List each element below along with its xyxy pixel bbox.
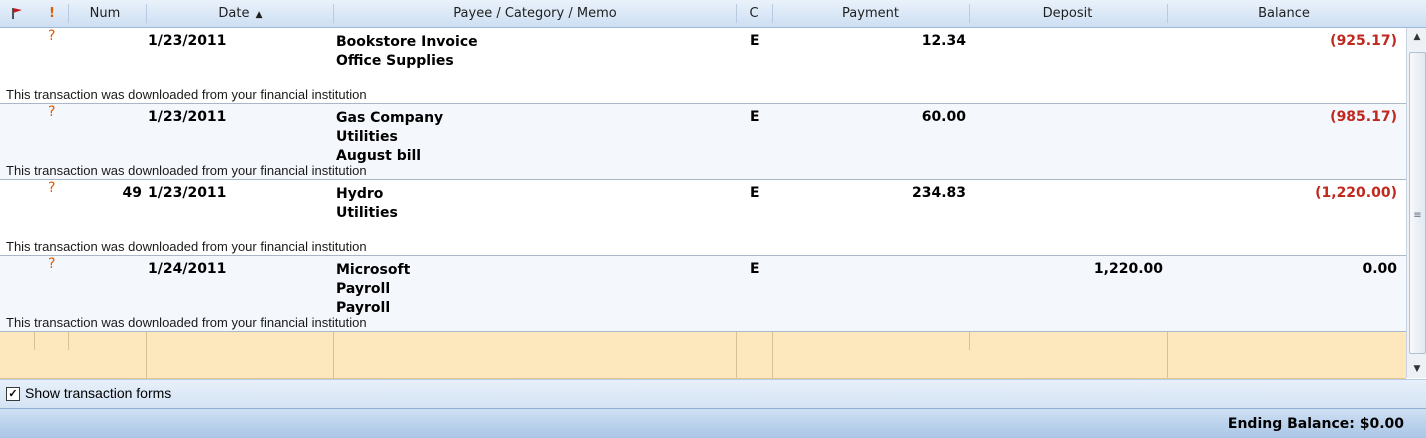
entry-cell-divider [772,332,773,378]
payment-cell: 60.00 [921,109,966,125]
transaction-row[interactable]: ? 1/23/2011 Bookstore Invoice Office Sup… [0,28,1406,104]
category-name: Payroll [336,281,391,297]
entry-cell-divider [736,332,737,378]
payee-name: Microsoft [336,262,411,278]
payment-cell: 234.83 [911,185,966,201]
vertical-scrollbar[interactable]: ▲ ≡ ▼ [1406,28,1426,378]
transaction-row[interactable]: ? 49 1/23/2011 Hydro Utilities E 234.83 … [0,180,1406,256]
entry-cell-divider [146,332,147,378]
entry-cell-divider [68,332,69,350]
register-header: ! Num Date ▲ Payee / Category / Memo C P… [0,0,1426,28]
new-transaction-entry-row[interactable] [0,332,1406,379]
category-name: Utilities [336,205,398,221]
date-cell: 1/23/2011 [148,109,227,125]
cleared-cell[interactable]: E [750,109,760,125]
transaction-row[interactable]: ? 1/23/2011 Gas Company Utilities August… [0,104,1406,180]
num-cell: 49 [122,185,142,201]
column-divider[interactable] [68,4,69,23]
deposit-column-header[interactable]: Deposit [970,0,1165,27]
date-cell: 1/23/2011 [148,33,227,49]
entry-cell-divider [1167,332,1168,378]
payee-name: Hydro [336,186,384,202]
action-column-header[interactable]: ! [42,0,62,27]
download-note: This transaction was downloaded from you… [6,315,367,330]
deposit-cell: 1,220.00 [1093,261,1163,277]
num-column-header[interactable]: Num [70,0,140,27]
cleared-cell[interactable]: E [750,33,760,49]
status-icon[interactable]: ? [48,28,55,44]
column-divider[interactable] [146,4,147,23]
entry-cell-divider [34,332,35,350]
cleared-cell[interactable]: E [750,185,760,201]
status-icon[interactable]: ? [48,256,55,272]
entry-cell-divider [333,332,334,378]
transaction-list: ? 1/23/2011 Bookstore Invoice Office Sup… [0,28,1406,378]
category-name: Office Supplies [336,53,454,69]
payee-name: Gas Company [336,110,444,126]
balance-cell: (925.17) [1330,33,1397,49]
balance-cell: (1,220.00) [1315,185,1397,201]
options-bar: ✓ Show transaction forms [0,379,1426,408]
payee-cell: Gas Company Utilities August bill [336,109,443,166]
payee-cell: Hydro Utilities [336,185,398,223]
transaction-row[interactable]: ? 1/24/2011 Microsoft Payroll Payroll E … [0,256,1406,332]
payee-cell: Bookstore Invoice Office Supplies [336,33,478,71]
category-name: Utilities [336,129,398,145]
ending-balance: Ending Balance: $0.00 [1227,416,1404,432]
cleared-cell[interactable]: E [750,261,760,277]
download-note: This transaction was downloaded from you… [6,87,367,102]
scrollbar-thumb[interactable]: ≡ [1409,52,1426,354]
download-note: This transaction was downloaded from you… [6,239,367,254]
status-icon[interactable]: ? [48,180,55,196]
balance-cell: (985.17) [1330,109,1397,125]
date-header-label: Date [218,6,250,21]
show-transaction-forms-checkbox[interactable]: ✓ [6,387,20,401]
sort-ascending-icon: ▲ [255,10,263,20]
date-cell: 1/23/2011 [148,185,227,201]
scroll-up-arrow-icon[interactable]: ▲ [1407,28,1426,46]
balance-cell: 0.00 [1362,261,1397,277]
ending-balance-bar: Ending Balance: $0.00 [0,408,1426,438]
payee-name: Bookstore Invoice [336,34,478,50]
column-divider[interactable] [333,4,334,23]
cleared-column-header[interactable]: C [737,0,771,27]
grip-icon: ≡ [1413,210,1422,221]
entry-cell-divider [969,332,970,350]
status-icon[interactable]: ? [48,104,55,120]
scroll-down-arrow-icon[interactable]: ▼ [1407,360,1426,378]
date-column-header[interactable]: Date ▲ [148,0,333,27]
show-transaction-forms-label[interactable]: Show transaction forms [25,385,171,401]
balance-column-header[interactable]: Balance [1168,0,1400,27]
download-note: This transaction was downloaded from you… [6,163,367,178]
flag-icon [12,8,22,19]
payee-cell: Microsoft Payroll Payroll [336,261,410,318]
payment-column-header[interactable]: Payment [773,0,968,27]
flag-column-header[interactable] [6,0,28,27]
date-cell: 1/24/2011 [148,261,227,277]
payee-column-header[interactable]: Payee / Category / Memo [335,0,735,27]
payment-cell: 12.34 [921,33,966,49]
